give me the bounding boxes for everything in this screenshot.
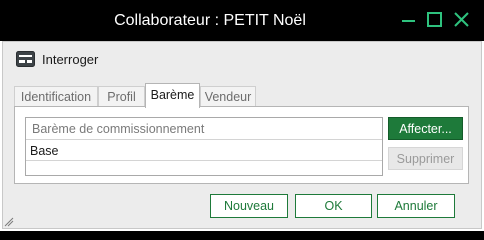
annuler-button[interactable]: Annuler [377, 194, 455, 218]
maximize-button[interactable] [425, 10, 445, 30]
supprimer-button[interactable]: Supprimer [388, 147, 463, 170]
tab-profil[interactable]: Profil [98, 86, 145, 106]
list-item[interactable]: Base [26, 141, 382, 161]
close-button[interactable] [452, 10, 472, 30]
title-bar[interactable]: Collaborateur : PETIT Noël [0, 0, 484, 41]
bareme-panel: Barème de commissionnement Base Affecter… [14, 106, 469, 184]
window-title: Collaborateur : PETIT Noël [114, 12, 306, 29]
ok-button[interactable]: OK [295, 194, 372, 218]
interroger-label: Interroger [42, 51, 99, 67]
dialog-body: Interroger Identification Profil Barème … [2, 41, 482, 229]
interroger-header: Interroger [16, 49, 98, 69]
affecter-button[interactable]: Affecter... [388, 117, 463, 140]
form-icon [16, 51, 35, 67]
tab-vendeur[interactable]: Vendeur [200, 86, 256, 106]
minimize-icon [402, 20, 415, 22]
bareme-list[interactable]: Barème de commissionnement Base [25, 117, 383, 176]
bareme-column-header: Barème de commissionnement [26, 118, 382, 140]
dialog-window: Collaborateur : PETIT Noël Interroger Id… [0, 0, 484, 231]
close-icon [454, 12, 469, 27]
resize-grip-icon[interactable] [4, 217, 14, 227]
tab-bareme[interactable]: Barème [145, 83, 200, 108]
minimize-button[interactable] [399, 10, 419, 30]
nouveau-button[interactable]: Nouveau [210, 194, 288, 218]
maximize-icon [427, 12, 442, 27]
tab-identification[interactable]: Identification [14, 86, 98, 106]
